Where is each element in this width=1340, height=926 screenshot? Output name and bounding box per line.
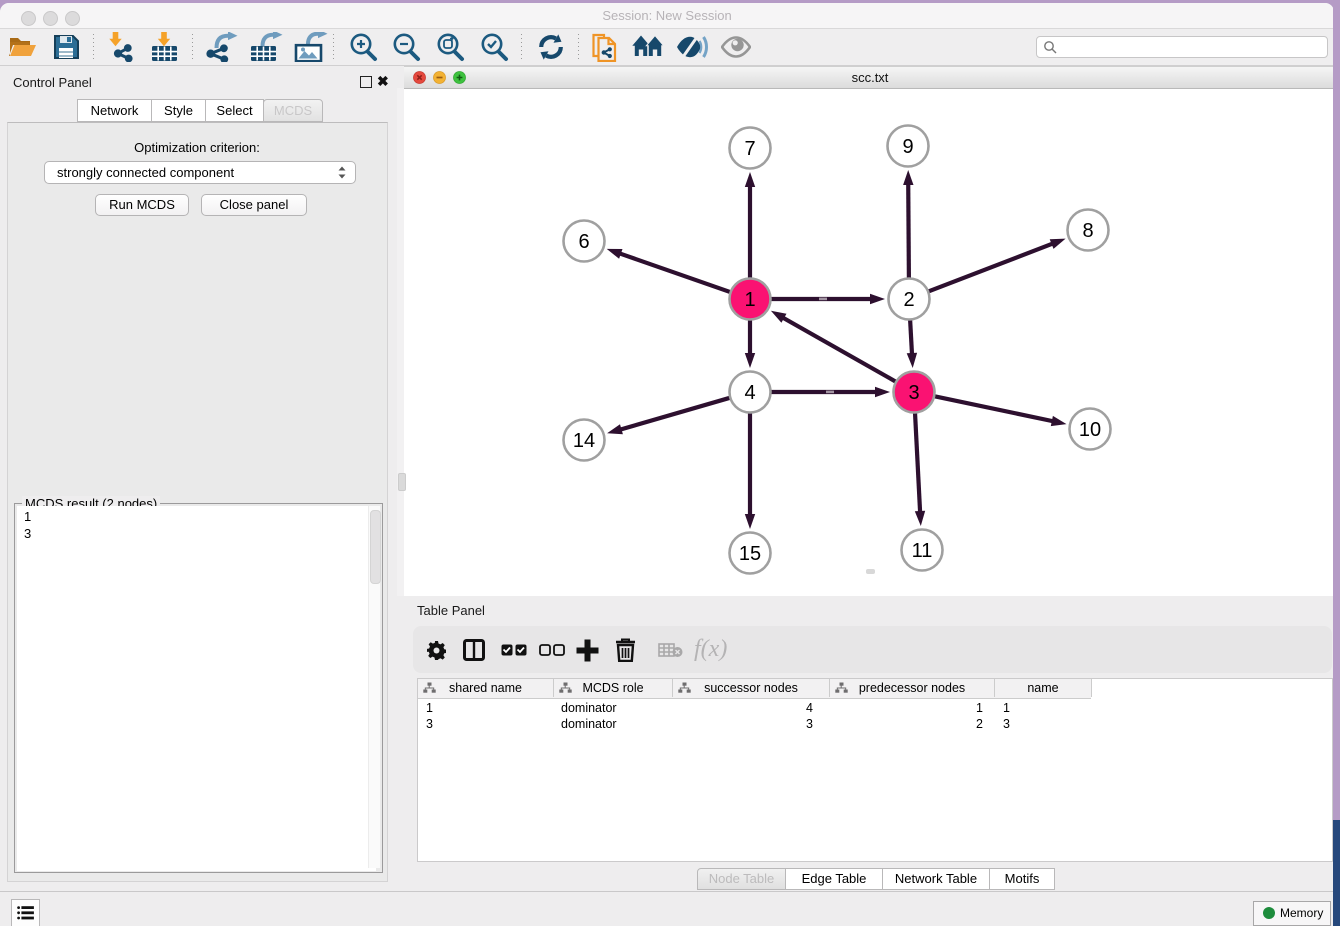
svg-text:8: 8 [1082, 220, 1093, 242]
svg-text:11: 11 [912, 540, 933, 562]
svg-text:15: 15 [739, 543, 761, 565]
svg-text:9: 9 [902, 136, 913, 158]
svg-text:6: 6 [578, 231, 589, 253]
svg-text:7: 7 [744, 138, 755, 160]
svg-text:14: 14 [573, 430, 595, 452]
svg-text:3: 3 [908, 382, 919, 404]
svg-text:4: 4 [744, 382, 755, 404]
svg-text:1: 1 [744, 289, 755, 311]
svg-text:2: 2 [903, 289, 914, 311]
svg-text:10: 10 [1079, 419, 1101, 441]
